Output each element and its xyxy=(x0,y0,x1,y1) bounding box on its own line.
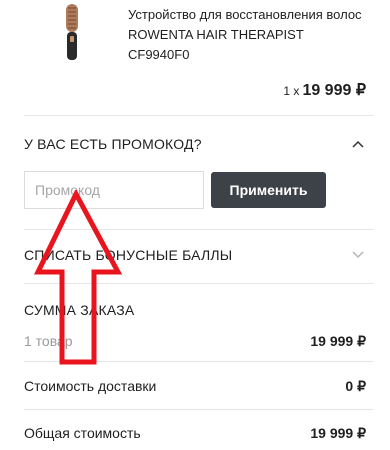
item-quantity-price: 1 х 19 999 ₽ xyxy=(283,80,366,100)
divider xyxy=(24,361,374,362)
apply-promo-button[interactable]: Применить xyxy=(211,172,326,208)
product-image[interactable] xyxy=(52,0,92,64)
chevron-down-icon[interactable] xyxy=(352,251,364,259)
total-cost-value: 19 999 ₽ xyxy=(310,425,366,441)
bonus-heading[interactable]: СПИСАТЬ БОНУСНЫЕ БАЛЛЫ xyxy=(24,247,232,263)
divider xyxy=(24,229,374,230)
item-price: 19 999 ₽ xyxy=(302,82,366,99)
divider xyxy=(24,409,374,410)
chevron-up-icon[interactable] xyxy=(352,140,364,148)
total-cost-label: Общая стоимость xyxy=(24,425,141,441)
divider xyxy=(24,115,374,116)
summary-heading: СУММА ЗАКАЗА xyxy=(24,302,135,318)
items-count-label: 1 товар xyxy=(24,333,73,349)
promo-code-input[interactable] xyxy=(24,171,204,209)
delivery-cost-label: Стоимость доставки xyxy=(24,378,157,394)
delivery-cost-value: 0 ₽ xyxy=(345,378,366,394)
divider xyxy=(24,283,374,284)
items-subtotal-value: 19 999 ₽ xyxy=(310,333,366,349)
product-title[interactable]: Устройство для восстановления волос ROWE… xyxy=(128,5,368,65)
promo-heading[interactable]: У ВАС ЕСТЬ ПРОМОКОД? xyxy=(24,136,202,152)
item-quantity: 1 х xyxy=(283,84,300,98)
